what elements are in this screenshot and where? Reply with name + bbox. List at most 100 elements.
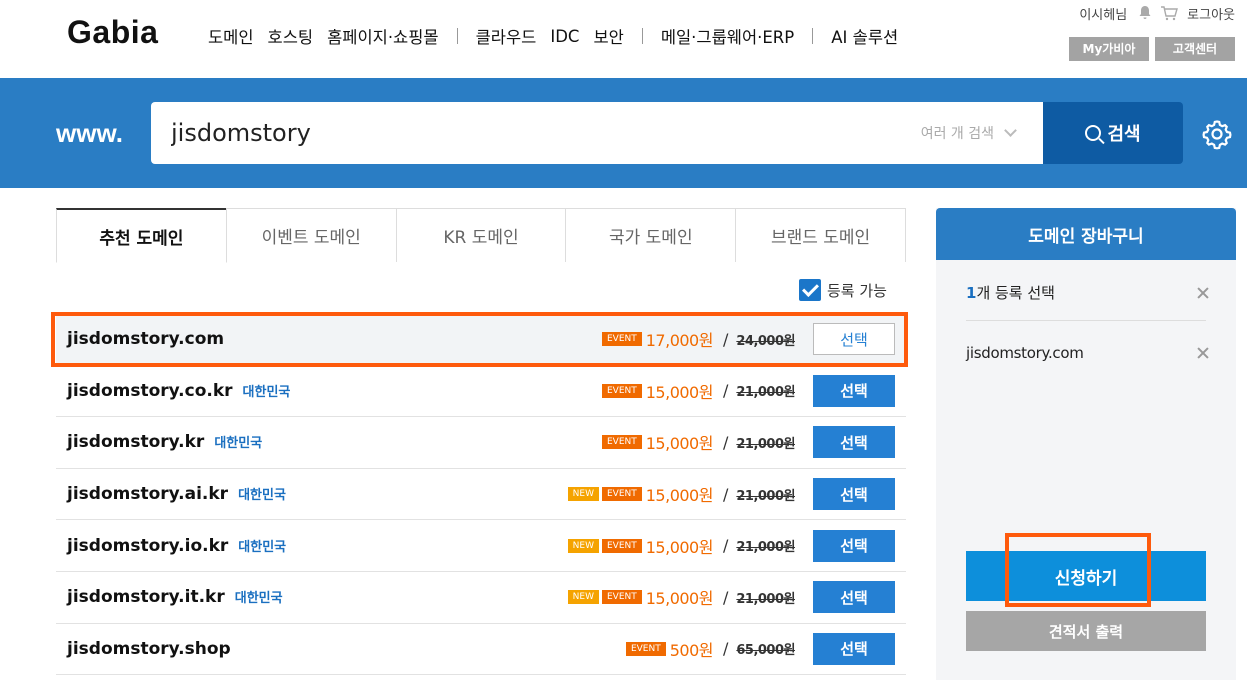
event-badge: EVENT (601, 383, 642, 398)
domain-tabs: 추천 도메인 이벤트 도메인 KR 도메인 국가 도메인 브랜드 도메인 (56, 208, 906, 263)
country-label: 대한민국 (238, 488, 286, 504)
select-button[interactable]: 선택 (813, 374, 895, 407)
gabia-logo[interactable]: Gabia (67, 14, 158, 51)
select-button[interactable]: 선택 (813, 581, 895, 614)
event-price: 15,000원 (645, 382, 714, 402)
domain-name: jisdomstory.co.kr 대한민국 (67, 380, 291, 401)
available-only-checkbox[interactable]: 등록 가능 (799, 279, 887, 301)
select-button[interactable]: 선택 (813, 323, 895, 356)
country-label: 대한민국 (242, 384, 291, 400)
nav-divider (641, 28, 643, 44)
new-badge: NEW (567, 487, 599, 502)
chevron-down-icon (1004, 124, 1017, 137)
result-row: jisdomstory.io.kr 대한민국 NEW EVENT 15,000원 … (56, 520, 906, 572)
tab-country[interactable]: 국가 도메인 (565, 208, 737, 262)
result-row: jisdomstory.co.kr 대한민국 EVENT 15,000원 / 21… (56, 366, 906, 418)
tab-event[interactable]: 이벤트 도메인 (225, 208, 397, 262)
search-button[interactable]: 검색 (1043, 102, 1183, 164)
original-price: 21,000원 (736, 540, 795, 556)
event-badge: EVENT (601, 538, 642, 553)
nav-security[interactable]: 보안 (593, 24, 623, 48)
cart-divider (966, 320, 1206, 321)
original-price: 21,000원 (736, 436, 795, 452)
event-price: 17,000원 (645, 331, 714, 351)
utility-bar: 이시헤님 로그아웃 (1079, 4, 1235, 23)
original-price: 24,000원 (736, 333, 795, 349)
tab-brand[interactable]: 브랜드 도메인 (735, 208, 906, 262)
country-label: 대한민국 (214, 436, 263, 452)
event-badge: EVENT (601, 590, 642, 605)
bell-icon[interactable] (1136, 5, 1154, 23)
cart-title: 도메인 장바구니 (936, 208, 1236, 260)
nav-domain[interactable]: 도메인 (208, 24, 254, 48)
domain-search-input[interactable] (171, 102, 871, 164)
event-badge: EVENT (601, 435, 642, 450)
select-button[interactable]: 선택 (813, 478, 895, 511)
domain-name: jisdomstory.shop (67, 638, 231, 659)
clear-cart-close-icon[interactable] (1196, 286, 1210, 300)
original-price: 21,000원 (736, 591, 795, 607)
original-price: 21,000원 (736, 385, 795, 401)
price-area: EVENT 15,000원 / 21,000원 (601, 430, 795, 454)
result-row: jisdomstory.com EVENT 17,000원 / 24,000원 … (56, 314, 906, 366)
event-badge: EVENT (625, 641, 666, 656)
event-badge: EVENT (601, 487, 642, 502)
nav-homepage[interactable]: 홈페이지·쇼핑몰 (327, 24, 439, 48)
nav-mail[interactable]: 메일·그룹웨어·ERP (661, 24, 794, 48)
cart-item-domain: jisdomstory.com (966, 344, 1084, 362)
customer-center-button[interactable]: 고객센터 (1155, 37, 1235, 61)
search-band: www. 여러 개 검색 검색 (0, 78, 1247, 188)
price-area: EVENT 15,000원 / 21,000원 (601, 379, 795, 403)
original-price: 65,000원 (736, 643, 795, 659)
apply-button[interactable]: 신청하기 (966, 551, 1206, 601)
select-button[interactable]: 선택 (813, 632, 895, 665)
multi-search-toggle[interactable]: 여러 개 검색 (921, 123, 1017, 143)
www-prefix: www. (56, 118, 123, 148)
utility-buttons: My가비아 고객센터 (1063, 37, 1235, 61)
event-price: 500원 (669, 640, 714, 660)
cart-count: 1개 등록 선택 (966, 284, 1055, 302)
price-area: NEW EVENT 15,000원 / 21,000원 (567, 585, 795, 609)
tab-recommended[interactable]: 추천 도메인 (56, 208, 227, 263)
domain-name: jisdomstory.it.kr 대한민국 (67, 587, 283, 608)
result-row: jisdomstory.it.kr 대한민국 NEW EVENT 15,000원 … (56, 572, 906, 624)
country-label: 대한민국 (234, 591, 283, 607)
available-only-label: 등록 가능 (827, 281, 887, 300)
event-price: 15,000원 (645, 486, 714, 506)
original-price: 21,000원 (736, 488, 795, 504)
new-badge: NEW (567, 590, 599, 605)
nav-ai[interactable]: AI 솔루션 (831, 24, 898, 48)
tab-kr[interactable]: KR 도메인 (395, 208, 567, 262)
domain-result-list: jisdomstory.com EVENT 17,000원 / 24,000원 … (56, 314, 906, 676)
domain-name: jisdomstory.ai.kr 대한민국 (67, 484, 286, 505)
domain-name: jisdomstory.kr 대한민국 (67, 432, 263, 453)
cart-icon[interactable] (1160, 5, 1179, 23)
print-quote-button[interactable]: 견적서 출력 (966, 611, 1206, 651)
nav-cloud[interactable]: 클라우드 (476, 24, 537, 48)
logout-link[interactable]: 로그아웃 (1187, 4, 1235, 23)
price-area: NEW EVENT 15,000원 / 21,000원 (567, 482, 795, 506)
search-button-label: 검색 (1107, 124, 1141, 145)
event-badge: EVENT (601, 332, 642, 347)
domain-name: jisdomstory.io.kr 대한민국 (67, 535, 287, 556)
event-price: 15,000원 (645, 434, 714, 454)
select-button[interactable]: 선택 (813, 529, 895, 562)
price-area: EVENT 17,000원 / 24,000원 (601, 327, 795, 351)
new-badge: NEW (567, 538, 599, 553)
nav-divider (456, 28, 458, 44)
remove-item-close-icon[interactable] (1196, 346, 1210, 360)
gear-icon[interactable] (1201, 118, 1233, 150)
nav-hosting[interactable]: 호스팅 (268, 24, 314, 48)
user-name[interactable]: 이시헤님 (1079, 4, 1127, 23)
select-button[interactable]: 선택 (813, 426, 895, 459)
country-label: 대한민국 (238, 539, 287, 555)
nav-idc[interactable]: IDC (550, 27, 579, 46)
global-nav: 도메인 호스팅 홈페이지·쇼핑몰 클라우드 IDC 보안 메일·그룹웨어·ERP… (208, 24, 912, 48)
my-gabia-button[interactable]: My가비아 (1069, 37, 1149, 61)
header: Gabia 도메인 호스팅 홈페이지·쇼핑몰 클라우드 IDC 보안 메일·그룹… (0, 0, 1247, 78)
price-area: EVENT 500원 / 65,000원 (625, 637, 795, 661)
event-price: 15,000원 (645, 537, 714, 557)
result-row: jisdomstory.ai.kr 대한민국 NEW EVENT 15,000원 … (56, 469, 906, 521)
event-price: 15,000원 (645, 589, 714, 609)
nav-divider (812, 28, 814, 44)
